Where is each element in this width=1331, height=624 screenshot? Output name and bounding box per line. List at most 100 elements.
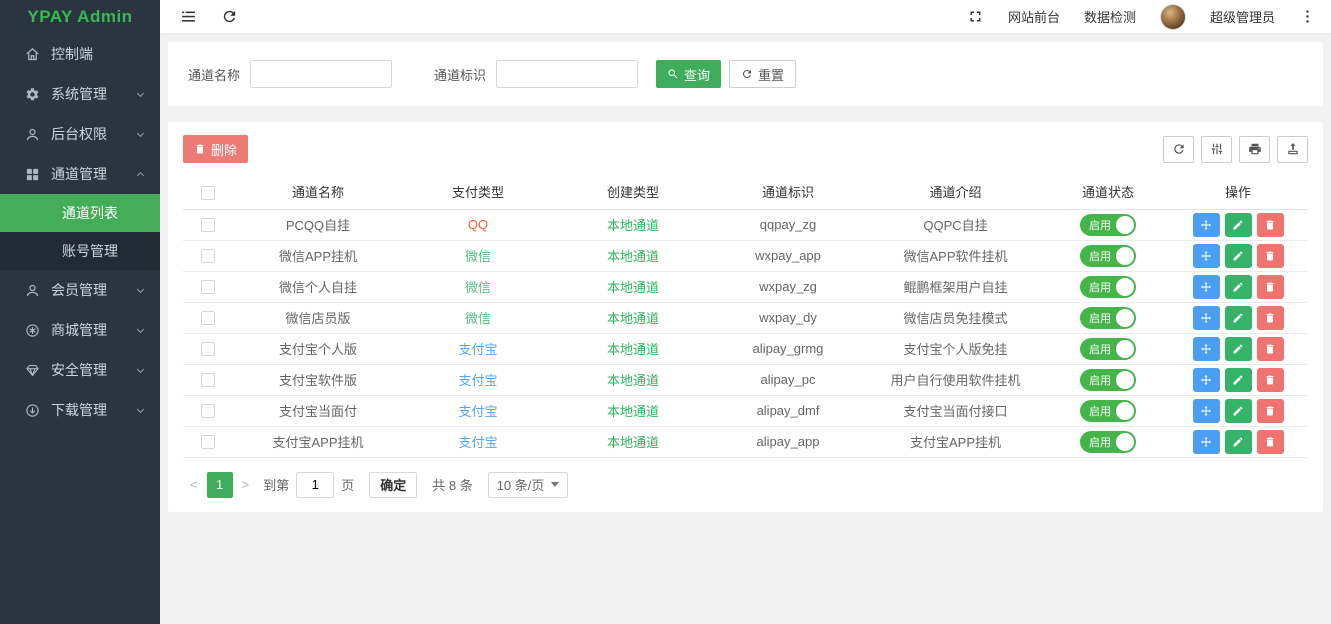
- move-button[interactable]: [1193, 399, 1220, 423]
- cell-channel-name: 微信APP挂机: [233, 240, 403, 271]
- table-print-button[interactable]: [1239, 136, 1270, 163]
- sidebar-item-downloads[interactable]: 下载管理: [0, 390, 160, 430]
- more-vertical-icon[interactable]: [1299, 8, 1316, 25]
- edit-button[interactable]: [1225, 306, 1252, 330]
- edit-button[interactable]: [1225, 337, 1252, 361]
- cell-channel-code: alipay_dmf: [713, 395, 863, 426]
- channel-name-input[interactable]: [250, 60, 392, 88]
- edit-button[interactable]: [1225, 244, 1252, 268]
- channel-code-input[interactable]: [496, 60, 638, 88]
- status-toggle[interactable]: 启用: [1080, 431, 1136, 453]
- pencil-icon: [1232, 312, 1244, 324]
- row-delete-button[interactable]: [1257, 275, 1284, 299]
- row-delete-button[interactable]: [1257, 213, 1284, 237]
- per-page-select[interactable]: 10 条/页: [488, 472, 569, 498]
- select-all-checkbox[interactable]: [201, 186, 215, 200]
- sidebar-subitem-channel-list[interactable]: 通道列表: [0, 194, 160, 232]
- col-channel-status: 通道状态: [1048, 175, 1168, 209]
- sidebar-item-label: 系统管理: [51, 84, 107, 104]
- row-checkbox[interactable]: [201, 280, 215, 294]
- chevron-down-icon: [135, 365, 146, 376]
- row-delete-button[interactable]: [1257, 399, 1284, 423]
- cell-create-type: 本地通道: [553, 395, 713, 426]
- sidebar-subitem-account-management[interactable]: 账号管理: [0, 232, 160, 270]
- table-columns-button[interactable]: [1201, 136, 1232, 163]
- status-toggle[interactable]: 启用: [1080, 245, 1136, 267]
- move-button[interactable]: [1193, 213, 1220, 237]
- row-delete-button[interactable]: [1257, 306, 1284, 330]
- sidebar-item-mall[interactable]: 商城管理: [0, 310, 160, 350]
- move-button[interactable]: [1193, 368, 1220, 392]
- sidebar-item-members[interactable]: 会员管理: [0, 270, 160, 310]
- status-toggle[interactable]: 启用: [1080, 338, 1136, 360]
- sidebar-item-security[interactable]: 安全管理: [0, 350, 160, 390]
- edit-button[interactable]: [1225, 368, 1252, 392]
- row-checkbox[interactable]: [201, 404, 215, 418]
- goto-page-input[interactable]: [296, 472, 334, 498]
- sidebar-item-permissions[interactable]: 后台权限: [0, 114, 160, 154]
- row-delete-button[interactable]: [1257, 368, 1284, 392]
- channel-name-label: 通道名称: [188, 65, 240, 84]
- query-button[interactable]: 查询: [656, 60, 721, 88]
- delete-button[interactable]: 删除: [183, 135, 248, 163]
- cell-channel-code: qqpay_zg: [713, 209, 863, 240]
- cell-create-type: 本地通道: [553, 240, 713, 271]
- reset-button[interactable]: 重置: [729, 60, 796, 88]
- user-name[interactable]: 超级管理员: [1210, 7, 1275, 26]
- table-panel: 删除 通道名称 支付类型 创建类型 通道标识: [168, 122, 1323, 512]
- row-checkbox[interactable]: [201, 342, 215, 356]
- edit-button[interactable]: [1225, 430, 1252, 454]
- status-label: 启用: [1080, 248, 1111, 264]
- move-button[interactable]: [1193, 275, 1220, 299]
- cell-pay-type: 支付宝: [403, 395, 553, 426]
- cell-channel-desc: 支付宝当面付接口: [863, 395, 1048, 426]
- edit-button[interactable]: [1225, 275, 1252, 299]
- sidebar-item-channels[interactable]: 通道管理: [0, 154, 160, 194]
- cell-channel-name: 支付宝当面付: [233, 395, 403, 426]
- status-toggle[interactable]: 启用: [1080, 307, 1136, 329]
- user-avatar[interactable]: [1160, 4, 1186, 30]
- row-checkbox[interactable]: [201, 435, 215, 449]
- row-checkbox[interactable]: [201, 373, 215, 387]
- row-delete-button[interactable]: [1257, 337, 1284, 361]
- sidebar-item-system[interactable]: 系统管理: [0, 74, 160, 114]
- chevron-down-icon: [135, 325, 146, 336]
- status-toggle[interactable]: 启用: [1080, 276, 1136, 298]
- page-1-button[interactable]: 1: [207, 472, 233, 498]
- refresh-icon: [741, 68, 753, 80]
- table-refresh-button[interactable]: [1163, 136, 1194, 163]
- row-delete-button[interactable]: [1257, 244, 1284, 268]
- row-checkbox[interactable]: [201, 311, 215, 325]
- move-button[interactable]: [1193, 244, 1220, 268]
- nav-data-check[interactable]: 数据检测: [1084, 7, 1136, 26]
- row-checkbox[interactable]: [201, 249, 215, 263]
- edit-button[interactable]: [1225, 213, 1252, 237]
- move-button[interactable]: [1193, 430, 1220, 454]
- channel-code-label: 通道标识: [434, 65, 486, 84]
- nav-site-front[interactable]: 网站前台: [1008, 7, 1060, 26]
- row-delete-button[interactable]: [1257, 430, 1284, 454]
- move-button[interactable]: [1193, 306, 1220, 330]
- edit-button[interactable]: [1225, 399, 1252, 423]
- table-row: 支付宝当面付 支付宝 本地通道 alipay_dmf 支付宝当面付接口 启用: [183, 395, 1308, 426]
- cell-pay-type: 支付宝: [403, 364, 553, 395]
- table-export-button[interactable]: [1277, 136, 1308, 163]
- hamburger-icon[interactable]: [180, 8, 197, 25]
- goto-confirm-button[interactable]: 确定: [369, 472, 417, 498]
- trash-icon: [1264, 281, 1276, 293]
- table-row: 支付宝软件版 支付宝 本地通道 alipay_pc 用户自行使用软件挂机 启用: [183, 364, 1308, 395]
- status-toggle[interactable]: 启用: [1080, 400, 1136, 422]
- prev-page-button[interactable]: <: [183, 477, 205, 492]
- fullscreen-icon[interactable]: [967, 8, 984, 25]
- row-checkbox[interactable]: [201, 218, 215, 232]
- gem-icon: [25, 363, 40, 378]
- next-page-button[interactable]: >: [235, 477, 257, 492]
- status-toggle[interactable]: 启用: [1080, 369, 1136, 391]
- status-toggle[interactable]: 启用: [1080, 214, 1136, 236]
- move-button[interactable]: [1193, 337, 1220, 361]
- refresh-icon[interactable]: [221, 8, 238, 25]
- table-row: PCQQ自挂 QQ 本地通道 qqpay_zg QQPC自挂 启用: [183, 209, 1308, 240]
- sidebar-item-label: 商城管理: [51, 320, 107, 340]
- sidebar-item-console[interactable]: 控制端: [0, 34, 160, 74]
- trash-icon: [1264, 436, 1276, 448]
